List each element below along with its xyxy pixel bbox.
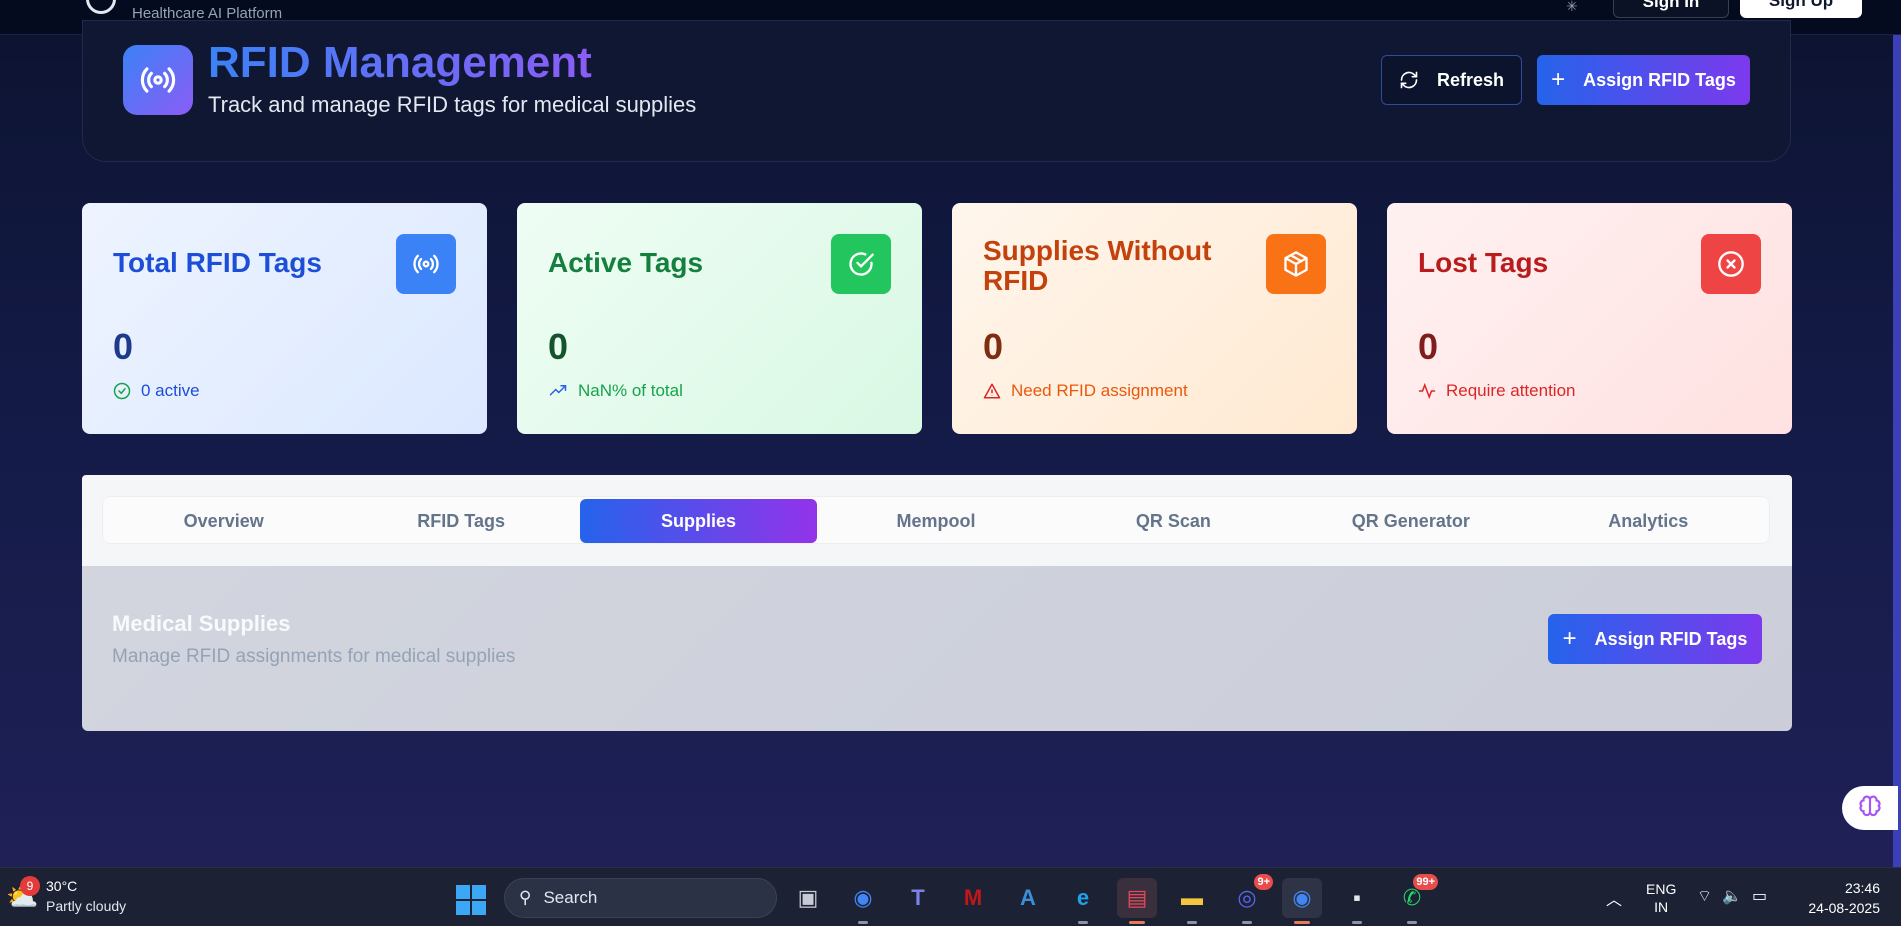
package-icon: [1266, 234, 1326, 294]
taskbar-search[interactable]: ⚲ Search: [504, 878, 777, 918]
assign-label: Assign RFID Tags: [1594, 628, 1748, 649]
stat-value: 0: [1418, 326, 1439, 367]
clock-date: 24-08-2025: [1808, 900, 1880, 916]
assign-label: Assign RFID Tags: [1583, 69, 1736, 90]
tab-mempool[interactable]: Mempool: [817, 499, 1054, 543]
stat-footnote-text: Need RFID assignment: [1011, 381, 1188, 400]
assign-rfid-tags-button[interactable]: + Assign RFID Tags: [1537, 55, 1750, 105]
trending-up-icon: [549, 385, 567, 396]
stat-card-lost-tags: Lost Tags 0 Require attention: [1387, 203, 1792, 434]
stat-title: Active Tags: [548, 247, 704, 278]
stat-card-active-tags: Active Tags 0 NaN% of total: [517, 203, 922, 434]
broadcast-icon: [396, 234, 456, 294]
stat-footnote: 0 active: [113, 381, 200, 401]
stat-footnote-text: NaN% of total: [578, 381, 683, 400]
os-taskbar: ⛅ 9 30°C Partly cloudy ⚲ Search ▣ ◉ T M …: [0, 867, 1901, 926]
clock[interactable]: 23:46 24-08-2025: [1800, 878, 1880, 918]
x-circle-icon: [1701, 234, 1761, 294]
stat-title: Supplies Without RFID: [983, 235, 1212, 296]
weather-desc: Partly cloudy: [46, 898, 127, 914]
refresh-button[interactable]: Refresh: [1381, 55, 1522, 105]
page-scrollbar[interactable]: [1893, 35, 1901, 867]
windows-start-icon[interactable]: [456, 885, 486, 915]
language-indicator[interactable]: ENG IN: [1646, 880, 1676, 916]
clock-time: 23:46: [1844, 880, 1880, 896]
chrome-icon[interactable]: ◉: [843, 878, 883, 924]
stat-value: 0: [983, 326, 1004, 367]
stat-footnote-text: Require attention: [1446, 381, 1576, 400]
discord-icon[interactable]: ◎ 9+: [1227, 874, 1273, 924]
lang-line2: IN: [1654, 899, 1669, 915]
stat-title: Lost Tags: [1418, 247, 1549, 278]
stat-card-supplies-without-rfid: Supplies Without RFID 0 Need RFID assign…: [952, 203, 1357, 434]
stat-footnote: Need RFID assignment: [983, 381, 1188, 401]
ai-assistant-button[interactable]: [1842, 786, 1898, 830]
store-icon[interactable]: ▤: [1117, 878, 1157, 924]
battery-icon: ▭: [1751, 888, 1768, 905]
lang-line1: ENG: [1646, 881, 1677, 897]
activity-icon: [1418, 382, 1436, 400]
edge-icon[interactable]: e: [1063, 878, 1103, 924]
menu-icon[interactable]: [28, 0, 46, 2]
sign-up-button[interactable]: Sign Up: [1740, 0, 1862, 18]
weather-widget[interactable]: ⛅ 9 30°C Partly cloudy: [6, 876, 136, 918]
supplies-title: Medical Supplies: [112, 611, 291, 636]
chevron-up-icon[interactable]: ︿: [1606, 886, 1622, 910]
discord-badge: 9+: [1254, 874, 1273, 890]
theme-toggle-icon[interactable]: ✳: [1566, 0, 1578, 15]
logo-icon[interactable]: [86, 0, 116, 14]
brain-icon: [1859, 795, 1881, 817]
file-explorer-icon[interactable]: ▬: [1172, 878, 1212, 924]
volume-icon: 🔈: [1722, 888, 1742, 905]
chrome-active-icon[interactable]: ◉: [1282, 878, 1322, 924]
page-subtitle: Track and manage RFID tags for medical s…: [208, 92, 697, 117]
refresh-icon: [1400, 71, 1418, 89]
app-icon[interactable]: ▪: [1337, 878, 1377, 924]
stat-card-total-tags: Total RFID Tags 0 0 active: [82, 203, 487, 434]
task-view-icon[interactable]: ▣: [788, 878, 828, 918]
mcafee-icon[interactable]: M: [953, 878, 993, 918]
tab-bar: Overview RFID Tags Supplies Mempool QR S…: [102, 496, 1770, 544]
tab-supplies[interactable]: Supplies: [579, 499, 818, 543]
supplies-assign-rfid-button[interactable]: + Assign RFID Tags: [1548, 614, 1762, 664]
whatsapp-icon[interactable]: ✆ 99+: [1392, 874, 1438, 924]
teams-icon[interactable]: T: [898, 878, 938, 918]
weather-temp: 30°C: [46, 878, 78, 894]
check-circle-icon: [113, 382, 131, 400]
search-placeholder: Search: [543, 888, 598, 907]
stat-footnote: NaN% of total: [548, 381, 683, 401]
sign-in-button[interactable]: Sign In: [1613, 0, 1729, 18]
weather-badge: 9: [20, 876, 40, 896]
tab-qr-scan[interactable]: QR Scan: [1055, 499, 1292, 543]
page-title: RFID Management: [208, 38, 592, 87]
broadcast-icon: [123, 45, 193, 115]
azure-icon[interactable]: A: [1008, 878, 1048, 918]
system-tray[interactable]: ⌔ 🔈 ▭: [1697, 886, 1767, 906]
whatsapp-badge: 99+: [1413, 874, 1438, 890]
tab-qr-generator[interactable]: QR Generator: [1292, 499, 1529, 543]
wifi-icon: ⌔: [1697, 888, 1713, 905]
stat-footnote-text: 0 active: [141, 381, 200, 400]
refresh-label: Refresh: [1436, 69, 1505, 90]
supplies-subtitle: Manage RFID assignments for medical supp…: [112, 646, 516, 667]
plus-icon: +: [1551, 66, 1566, 93]
tab-overview[interactable]: Overview: [105, 499, 342, 543]
warning-icon: [983, 383, 1001, 399]
stat-value: 0: [113, 326, 134, 367]
plus-icon: +: [1562, 625, 1577, 652]
stat-title: Total RFID Tags: [113, 247, 322, 278]
check-circle-icon: [831, 234, 891, 294]
stat-value: 0: [548, 326, 569, 367]
tab-rfid-tags[interactable]: RFID Tags: [342, 499, 579, 543]
tab-analytics[interactable]: Analytics: [1530, 499, 1767, 543]
stat-footnote: Require attention: [1418, 381, 1575, 401]
search-icon: ⚲: [519, 888, 532, 907]
